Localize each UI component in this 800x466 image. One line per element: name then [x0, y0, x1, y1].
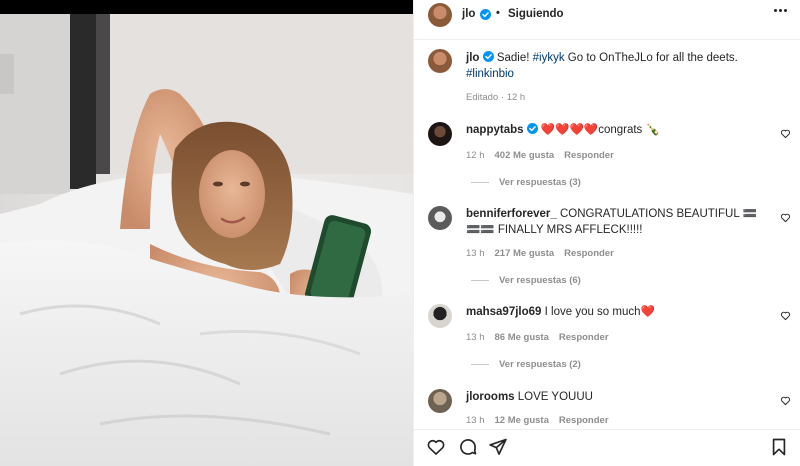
comment-meta: 13 h 12 Me gusta Responder [466, 415, 609, 426]
heart-icon[interactable] [780, 395, 791, 406]
view-replies-label: Ver respuestas (6) [499, 275, 581, 286]
comment-body: LOVE YOUUU [517, 391, 593, 403]
replies-divider [471, 182, 489, 183]
comment-username[interactable]: benniferforever_ [466, 208, 557, 220]
comment-icon[interactable] [458, 437, 478, 457]
caption-text: jlo Sadie! #iykyk Go to OnTheJLo for all… [466, 50, 786, 82]
comment-text: benniferforever_ CONGRATULATIONS BEAUTIF… [466, 206, 766, 238]
comment-body: ❤️❤️❤️❤️congrats 🍾 [540, 124, 660, 136]
following-button[interactable]: Siguiendo [508, 8, 564, 20]
reply-button[interactable]: Responder [559, 332, 609, 343]
comment-likes[interactable]: 12 Me gusta [495, 415, 549, 426]
heart-icon[interactable] [780, 128, 791, 139]
reply-button[interactable]: Responder [564, 150, 614, 161]
commenter-avatar[interactable] [428, 304, 452, 328]
replies-divider [471, 280, 489, 281]
comment-likes[interactable]: 86 Me gusta [495, 332, 549, 343]
reply-button[interactable]: Responder [559, 415, 609, 426]
view-replies-button[interactable]: Ver respuestas (6) [471, 275, 581, 286]
heart-icon[interactable] [426, 437, 446, 457]
caption-username[interactable]: jlo [466, 52, 479, 64]
comment-username[interactable]: nappytabs [466, 124, 524, 136]
commenter-avatar[interactable] [428, 389, 452, 413]
commenter-avatar[interactable] [428, 122, 452, 146]
caption-text-1: Sadie! [496, 52, 530, 64]
view-replies-button[interactable]: Ver respuestas (2) [471, 359, 581, 370]
view-replies-label: Ver respuestas (2) [499, 359, 581, 370]
reply-button[interactable]: Responder [564, 248, 614, 259]
hashtag-link[interactable]: #iykyk [533, 52, 565, 64]
comment-time: 13 h [466, 248, 485, 259]
bookmark-icon[interactable] [769, 437, 789, 457]
post-image [0, 14, 413, 466]
comment-text: jlorooms LOVE YOUUU [466, 389, 766, 405]
more-options-icon[interactable] [774, 9, 787, 12]
caption-avatar[interactable] [428, 49, 452, 73]
caption-meta: Editado · 12 h [466, 92, 526, 103]
verified-icon [526, 123, 538, 134]
replies-divider [471, 364, 489, 365]
comment-text: nappytabs ❤️❤️❤️❤️congrats 🍾 [466, 122, 766, 138]
post-action-bar [414, 429, 800, 466]
header-separator: • [496, 7, 500, 19]
comment-time: 13 h [466, 415, 485, 426]
comment-meta: 12 h 402 Me gusta Responder [466, 150, 614, 161]
comment-username[interactable]: mahsa97jlo69 [466, 306, 541, 318]
comment-text: mahsa97jlo69 I love you so much❤️ [466, 304, 766, 320]
view-replies-label: Ver respuestas (3) [499, 177, 581, 188]
caption-text-2: Go to OnTheJLo for all the deets. [567, 52, 738, 64]
hashtag-link[interactable]: #linkinbio [466, 68, 514, 80]
post-photo[interactable] [0, 0, 413, 466]
comment-meta: 13 h 217 Me gusta Responder [466, 248, 614, 259]
comment-likes[interactable]: 217 Me gusta [495, 248, 555, 259]
share-icon[interactable] [488, 437, 508, 457]
caption-time: 12 h [506, 92, 526, 103]
comment-username[interactable]: jlorooms [466, 391, 515, 403]
comment-time: 13 h [466, 332, 485, 343]
author-username[interactable]: jlo [462, 8, 475, 20]
heart-icon[interactable] [780, 212, 791, 223]
commenter-avatar[interactable] [428, 206, 452, 230]
comment-time: 12 h [466, 150, 485, 161]
post-header: jlo • Siguiendo [414, 0, 800, 30]
verified-icon [480, 9, 491, 20]
comment-body: I love you so much❤️ [544, 306, 655, 318]
comment-item: jlorooms LOVE YOUUU 13 h 12 Me gusta Res… [414, 387, 800, 429]
comment-likes[interactable]: 402 Me gusta [495, 150, 555, 161]
edited-label: Editado [466, 92, 499, 103]
heart-icon[interactable] [780, 310, 791, 321]
comment-meta: 13 h 86 Me gusta Responder [466, 332, 609, 343]
header-divider [414, 39, 800, 40]
instagram-post: jlo • Siguiendo jlo Sadie! #iykyk Go to … [0, 0, 800, 466]
author-avatar[interactable] [428, 3, 452, 27]
verified-icon [482, 51, 494, 62]
photo-top-edge [0, 0, 413, 14]
view-replies-button[interactable]: Ver respuestas (3) [471, 177, 581, 188]
post-side-panel: jlo • Siguiendo jlo Sadie! #iykyk Go to … [413, 0, 800, 466]
